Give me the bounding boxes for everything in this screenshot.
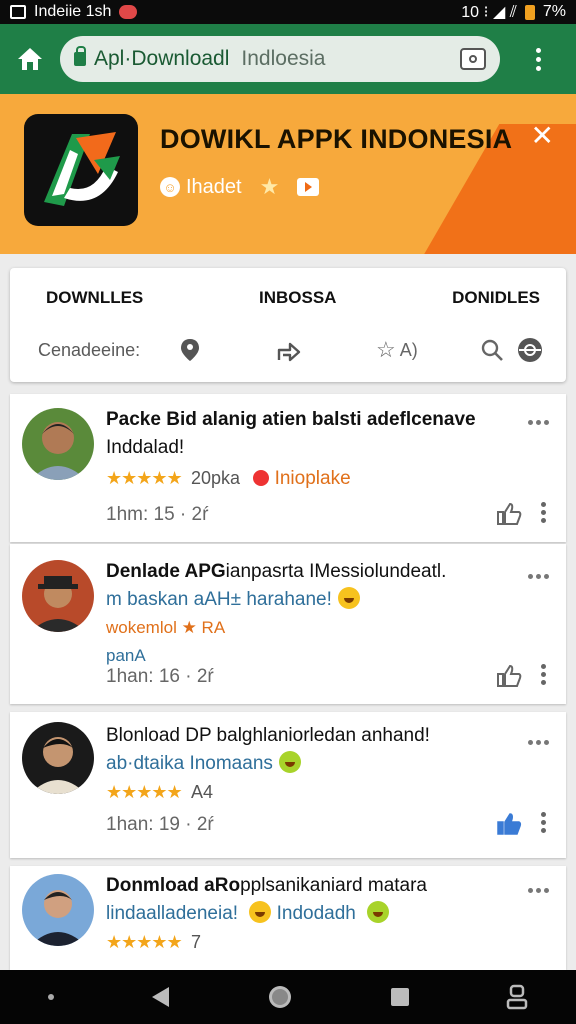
laugh-emoji-icon [367, 901, 390, 923]
url-path: Indloesia [241, 47, 326, 70]
review-text-bold: Donmload aRo [106, 875, 241, 896]
review-text-2: Inddalad! [106, 437, 185, 458]
more-vertical-icon[interactable] [541, 502, 546, 523]
review-card[interactable]: Donmload aRopplsanikaniard matara lindaa… [10, 866, 566, 970]
rating-value: 20pka [190, 468, 241, 488]
video-icon[interactable] [297, 178, 320, 196]
share-icon[interactable] [276, 336, 302, 364]
thumbs-up-icon[interactable] [496, 502, 522, 526]
review-text-2: lindaalladeneia! [106, 903, 239, 924]
banner-meta-label: Ihadet [186, 175, 242, 198]
tab-inbossa[interactable]: INBOSSA [259, 288, 336, 308]
home-button[interactable] [0, 24, 60, 94]
avatar[interactable] [22, 722, 94, 794]
globe-icon[interactable] [516, 336, 544, 364]
message-notification-icon [119, 5, 138, 19]
app-logo[interactable] [24, 114, 138, 226]
app-notification-icon [10, 5, 26, 19]
more-horizontal-icon[interactable] [528, 420, 552, 425]
home-icon [18, 48, 42, 70]
review-text-2b: Indodadh [276, 903, 356, 924]
review-card[interactable]: Packe Bid alanig atien balsti adeflcenav… [10, 394, 566, 542]
app-banner: DOWIKL APPK INDONESIA ☺ Ihadet ★ ✕ [0, 94, 576, 254]
location-icon[interactable] [180, 336, 200, 364]
recents-icon[interactable] [389, 986, 411, 1008]
search-icon[interactable] [480, 336, 504, 364]
close-icon[interactable]: ✕ [531, 122, 554, 150]
review-text-2: ab·dtaika Inomaans [106, 753, 273, 774]
review-card[interactable]: Denlade APGianpasrta IMessiolundeatl. m … [10, 544, 566, 704]
review-timestamp: 1han: 19 · 2ŕ [106, 814, 214, 835]
battery-percent: 7% [542, 3, 566, 20]
avatar[interactable] [22, 408, 94, 480]
filter-label: Cenadeeine: [38, 339, 141, 360]
user-icon: ☺ [160, 177, 180, 197]
more-horizontal-icon[interactable] [528, 740, 552, 745]
keyboard-icon[interactable] [506, 984, 528, 1010]
tab-switcher-icon[interactable] [460, 48, 486, 70]
star-rating: ★★★★★ [106, 932, 183, 952]
more-vertical-icon [535, 47, 541, 71]
smile-emoji-icon [337, 587, 360, 609]
review-text: ianpasrta IMessiolundeatl. [225, 561, 447, 582]
browser-toolbar: Apl·Downloadl Indloesia [0, 24, 576, 94]
more-horizontal-icon[interactable] [528, 888, 552, 893]
tab-donidles[interactable]: DONIDLES [452, 288, 540, 308]
more-vertical-icon[interactable] [541, 664, 546, 685]
review-text-bold: Denlade APG [106, 561, 226, 582]
banner-meta: ☺ Ihadet ★ [160, 174, 320, 200]
avatar[interactable] [22, 560, 94, 632]
review-text-3: wokemlol ★ RA [106, 618, 226, 637]
star-icon[interactable]: ☆ A) [376, 336, 418, 364]
nav-dot-icon [47, 994, 54, 1000]
tab-downloads[interactable]: DOWNLLES [46, 288, 143, 308]
url-domain: Apl·Downloadl [94, 47, 230, 70]
filter-tabs: DOWNLLES INBOSSA DONIDLES [10, 288, 566, 308]
browser-menu-button[interactable] [500, 24, 576, 94]
thumbs-up-icon[interactable] [496, 664, 522, 688]
review-timestamp: 1hm: 15 · 2ŕ [106, 504, 209, 525]
review-timestamp: 1han: 16 · 2ŕ [106, 666, 214, 687]
review-list: Packe Bid alanig atien balsti adeflcenav… [10, 394, 566, 970]
review-badge-text: Inioplake [274, 468, 351, 489]
star-icon[interactable]: ★ [260, 174, 280, 200]
laugh-emoji-icon [278, 751, 301, 773]
review-text-2: m baskan aAH± harahane! [106, 589, 332, 610]
status-icons: 10 ⁝ ◢ ⫽ [461, 4, 517, 21]
filter-row: Cenadeeine: ☆ A) [38, 336, 548, 364]
review-text: Packe Bid alanig atien balsti adeflcenav… [106, 409, 476, 430]
address-bar[interactable]: Apl·Downloadl Indloesia [60, 36, 500, 82]
more-vertical-icon[interactable] [541, 812, 546, 833]
rating-value: A4 [190, 782, 213, 802]
filter-card: DOWNLLES INBOSSA DONIDLES Cenadeeine: ☆ … [10, 268, 566, 382]
lock-icon [74, 46, 86, 66]
star-filter-text: A) [399, 339, 418, 360]
badge-icon [253, 470, 270, 486]
star-rating: ★★★★★ [106, 468, 183, 488]
smile-emoji-icon [249, 901, 272, 923]
rating-value: 7 [190, 932, 201, 952]
star-rating: ★★★★★ [106, 782, 183, 802]
review-text: Blonload DP balghlaniorledan anhand! [106, 725, 430, 746]
status-title: Indeiie 1sh [34, 3, 112, 20]
avatar[interactable] [22, 874, 94, 946]
back-icon[interactable] [149, 985, 171, 1009]
battery-icon [524, 4, 535, 20]
review-text: pplsanikaniard matara [240, 875, 428, 896]
status-bar: Indeiie 1sh 10 ⁝ ◢ ⫽ 7% [0, 0, 576, 24]
home-circle-icon[interactable] [267, 984, 293, 1010]
banner-title: DOWIKL APPK INDONESIA [160, 124, 513, 154]
thumbs-up-icon-active[interactable] [496, 812, 522, 836]
more-horizontal-icon[interactable] [528, 574, 552, 579]
system-nav-bar [0, 970, 576, 1024]
review-card[interactable]: Blonload DP balghlaniorledan anhand! ab·… [10, 712, 566, 858]
